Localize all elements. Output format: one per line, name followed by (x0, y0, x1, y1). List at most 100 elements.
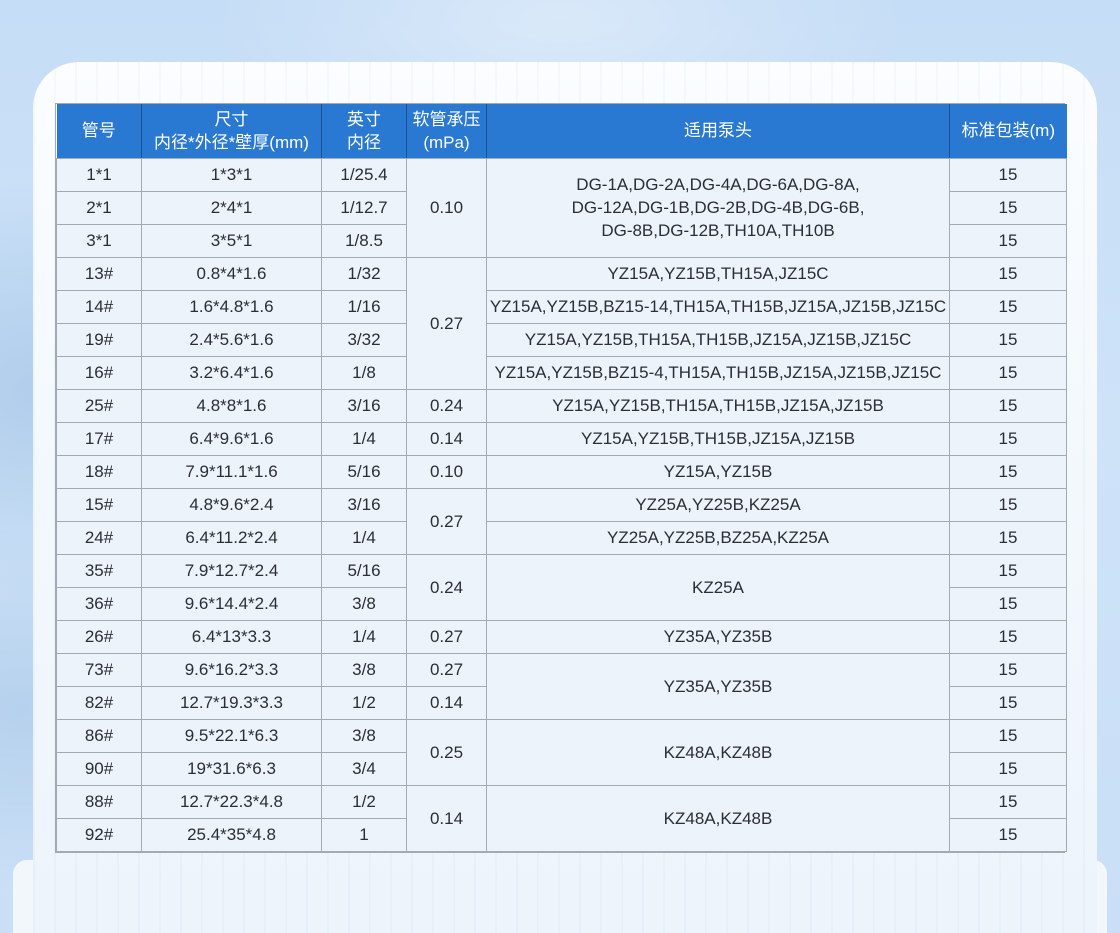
table-cell: 0.14 (407, 422, 487, 455)
table-cell: 35# (57, 554, 142, 587)
table-cell: 1*1 (57, 158, 142, 191)
table-cell: 5/16 (322, 455, 407, 488)
table-cell: 4.8*8*1.6 (142, 389, 322, 422)
table-cell: 6.4*13*3.3 (142, 620, 322, 653)
table-cell: 15 (950, 257, 1067, 290)
table-cell: 73# (57, 653, 142, 686)
table-cell: YZ15A,YZ15B (487, 455, 950, 488)
table-cell: 2.4*5.6*1.6 (142, 323, 322, 356)
table-cell: 1.6*4.8*1.6 (142, 290, 322, 323)
table-cell: 0.27 (407, 488, 487, 554)
table-cell: 86# (57, 719, 142, 752)
column-header: 软管承压(mPa) (407, 104, 487, 158)
table-cell: 3*1 (57, 224, 142, 257)
table-cell: 1 (322, 818, 407, 851)
table-cell: 3/4 (322, 752, 407, 785)
table-cell: 26# (57, 620, 142, 653)
table-cell: 15 (950, 620, 1067, 653)
table-cell: 0.14 (407, 785, 487, 851)
table-cell: YZ15A,YZ15B,TH15A,JZ15C (487, 257, 950, 290)
table-cell: YZ35A,YZ35B (487, 620, 950, 653)
table-cell: 90# (57, 752, 142, 785)
table-cell: 19*31.6*6.3 (142, 752, 322, 785)
header-row: 管号尺寸内径*外径*壁厚(mm)英寸内径软管承压(mPa)适用泵头标准包装(m) (57, 104, 1067, 158)
table-cell: 19# (57, 323, 142, 356)
table-row: 25#4.8*8*1.63/160.24YZ15A,YZ15B,TH15A,TH… (57, 389, 1067, 422)
table-cell: 6.4*11.2*2.4 (142, 521, 322, 554)
table-cell: 0.8*4*1.6 (142, 257, 322, 290)
table-row: 73#9.6*16.2*3.33/80.27YZ35A,YZ35B15 (57, 653, 1067, 686)
table-cell: KZ48A,KZ48B (487, 719, 950, 785)
table-cell: 18# (57, 455, 142, 488)
table-cell: 15 (950, 488, 1067, 521)
table-cell: 15 (950, 785, 1067, 818)
table-cell: 7.9*12.7*2.4 (142, 554, 322, 587)
table-cell: 1/4 (322, 620, 407, 653)
table-cell: 15 (950, 686, 1067, 719)
table-cell: YZ25A,YZ25B,KZ25A (487, 488, 950, 521)
table-cell: 82# (57, 686, 142, 719)
table-cell: 1/4 (322, 422, 407, 455)
table-cell: 0.25 (407, 719, 487, 785)
table-cell: 15 (950, 719, 1067, 752)
table-cell: 15 (950, 587, 1067, 620)
hose-spec-table: 管号尺寸内径*外径*壁厚(mm)英寸内径软管承压(mPa)适用泵头标准包装(m)… (56, 104, 1067, 852)
table-cell: 6.4*9.6*1.6 (142, 422, 322, 455)
table-cell: 15 (950, 191, 1067, 224)
table-cell: 9.5*22.1*6.3 (142, 719, 322, 752)
table-cell: 1/4 (322, 521, 407, 554)
table-cell: 0.10 (407, 158, 487, 257)
column-header: 尺寸内径*外径*壁厚(mm) (142, 104, 322, 158)
table-cell: 1/32 (322, 257, 407, 290)
table-cell: 15 (950, 653, 1067, 686)
table-cell: 25.4*35*4.8 (142, 818, 322, 851)
table-cell: 1/16 (322, 290, 407, 323)
table-row: 86#9.5*22.1*6.33/80.25KZ48A,KZ48B15 (57, 719, 1067, 752)
table-cell: 15 (950, 290, 1067, 323)
table-cell: 1/2 (322, 686, 407, 719)
table-cell: YZ25A,YZ25B,BZ25A,KZ25A (487, 521, 950, 554)
table-cell: 1*3*1 (142, 158, 322, 191)
table-row: 88#12.7*22.3*4.81/20.14KZ48A,KZ48B15 (57, 785, 1067, 818)
table-cell: YZ35A,YZ35B (487, 653, 950, 719)
table-cell: 15 (950, 323, 1067, 356)
table-cell: 1/25.4 (322, 158, 407, 191)
table-cell: 15 (950, 521, 1067, 554)
table-row: 24#6.4*11.2*2.41/4 YZ25A,YZ25B,BZ25A,KZ25… (57, 521, 1067, 554)
table-row: 18#7.9*11.1*1.65/160.10YZ15A,YZ15B15 (57, 455, 1067, 488)
hose-spec-table-container: 管号尺寸内径*外径*壁厚(mm)英寸内径软管承压(mPa)适用泵头标准包装(m)… (55, 103, 1065, 853)
table-cell: 14# (57, 290, 142, 323)
table-row: 26#6.4*13*3.31/40.27YZ35A,YZ35B15 (57, 620, 1067, 653)
table-cell: 15 (950, 356, 1067, 389)
table-header: 管号尺寸内径*外径*壁厚(mm)英寸内径软管承压(mPa)适用泵头标准包装(m) (57, 104, 1067, 158)
table-row: 17#6.4*9.6*1.61/40.14YZ15A,YZ15B,TH15B,J… (57, 422, 1067, 455)
table-cell: YZ15A,YZ15B,TH15A,TH15B,JZ15A,JZ15B (487, 389, 950, 422)
table-cell: KZ48A,KZ48B (487, 785, 950, 851)
column-header: 管号 (57, 104, 142, 158)
table-cell: 36# (57, 587, 142, 620)
table-cell: 0.24 (407, 554, 487, 620)
table-cell: 17# (57, 422, 142, 455)
table-cell: 3/16 (322, 389, 407, 422)
table-body: 1*11*3*11/25.40.10DG-1A,DG-2A,DG-4A,DG-6… (57, 158, 1067, 851)
table-cell: 3/8 (322, 587, 407, 620)
column-header: 标准包装(m) (950, 104, 1067, 158)
table-cell: 12.7*22.3*4.8 (142, 785, 322, 818)
page-background: 管号尺寸内径*外径*壁厚(mm)英寸内径软管承压(mPa)适用泵头标准包装(m)… (0, 0, 1120, 933)
table-cell: 15 (950, 389, 1067, 422)
table-cell: 1/8.5 (322, 224, 407, 257)
table-cell: 24# (57, 521, 142, 554)
table-cell: 15 (950, 224, 1067, 257)
table-cell: DG-1A,DG-2A,DG-4A,DG-6A,DG-8A,DG-12A,DG-… (487, 158, 950, 257)
table-cell: 1/8 (322, 356, 407, 389)
table-cell: 3/8 (322, 653, 407, 686)
table-cell: 0.10 (407, 455, 487, 488)
table-cell: 0.27 (407, 257, 487, 389)
table-cell: 15 (950, 455, 1067, 488)
table-cell: YZ15A,YZ15B,TH15A,TH15B,JZ15A,JZ15B,JZ15… (487, 323, 950, 356)
table-row: 16#3.2*6.4*1.61/8YZ15A,YZ15B,BZ15-4,TH15… (57, 356, 1067, 389)
table-cell: 92# (57, 818, 142, 851)
column-header: 英寸内径 (322, 104, 407, 158)
table-row: 13#0.8*4*1.61/320.27YZ15A,YZ15B,TH15A,JZ… (57, 257, 1067, 290)
table-cell: 15 (950, 554, 1067, 587)
